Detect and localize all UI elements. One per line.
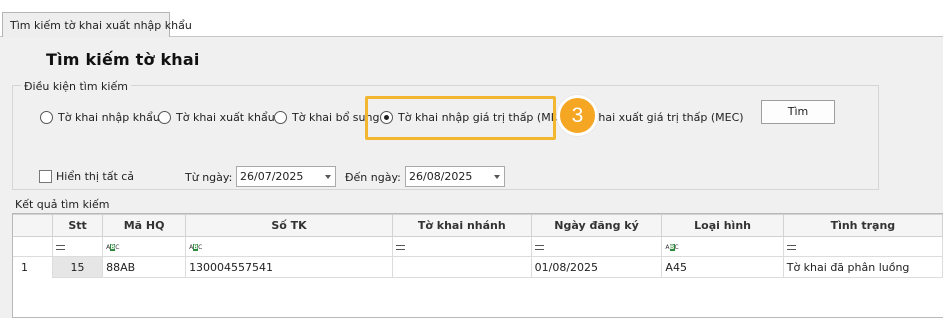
column-header-so-tk[interactable]: Số TK	[185, 214, 393, 237]
filter-cell-stt[interactable]	[51, 236, 104, 257]
radio-export-declaration[interactable]: Tờ khai xuất khẩu	[158, 109, 275, 125]
page-title: Tìm kiếm tờ khai	[46, 50, 200, 69]
search-button[interactable]: Tìm	[761, 100, 835, 124]
column-header-tinh-trang[interactable]: Tình trạng	[782, 214, 943, 237]
abc-text-icon: ABC	[106, 243, 120, 251]
from-date-label: Từ ngày:	[185, 171, 233, 184]
radio-import-declaration[interactable]: Tờ khai nhập khẩu	[40, 109, 160, 125]
from-date-picker[interactable]: 26/07/2025	[236, 166, 336, 187]
column-header-to-khai-nhanh[interactable]: Tờ khai nhánh	[391, 214, 532, 237]
step-badge: 3	[557, 95, 598, 136]
cell-tinh-trang[interactable]: Tờ khai đã phân luồng	[782, 256, 943, 278]
row-indicator-header	[13, 214, 53, 237]
equals-icon	[534, 244, 544, 250]
header-row: Stt Mã HQ Số TK Tờ khai nhánh Ngày đăng …	[13, 214, 943, 237]
filter-cell-ma-hq[interactable]: ABC	[102, 236, 187, 257]
radio-mec-declaration[interactable]: khai xuất giá trị thấp (MEC)	[592, 109, 744, 125]
highlight-box	[365, 96, 556, 140]
cell-loai-hinh[interactable]: A45	[661, 256, 784, 278]
filter-cell-so-tk[interactable]: ABC	[185, 236, 393, 257]
radio-icon	[158, 110, 171, 124]
results-legend: Kết quả tìm kiếm	[15, 198, 110, 211]
filter-row-indicator	[13, 236, 53, 257]
cell-to-khai-nhanh[interactable]	[391, 256, 532, 278]
to-date-value: 26/08/2025	[409, 170, 473, 183]
show-all-checkbox[interactable]: Hiển thị tất cả	[39, 170, 134, 183]
dropdown-arrow-icon[interactable]	[494, 175, 500, 179]
column-header-loai-hinh[interactable]: Loại hình	[661, 214, 784, 237]
filter-row: ABC ABC ABC	[13, 236, 943, 257]
row-number: 1	[13, 256, 53, 278]
abc-text-icon: ABC	[665, 243, 679, 251]
tab-strip: Tìm kiếm tờ khai xuất nhập khẩu	[0, 0, 943, 38]
search-conditions-legend: Điều kiện tìm kiếm	[21, 80, 131, 93]
from-date-value: 26/07/2025	[240, 170, 304, 183]
equals-icon	[786, 244, 796, 250]
to-date-label: Đến ngày:	[345, 171, 401, 184]
filter-cell-to-khai-nhanh[interactable]	[391, 236, 532, 257]
radio-label: Tờ khai nhập khẩu	[58, 110, 160, 124]
to-date-picker[interactable]: 26/08/2025	[405, 166, 505, 187]
radio-icon	[40, 110, 53, 124]
table-row[interactable]: 1 15 88AB 130004557541 01/08/2025 A45 Tờ…	[13, 256, 943, 278]
equals-icon	[395, 244, 405, 250]
radio-supplementary-declaration[interactable]: Tờ khai bổ sung	[274, 109, 379, 125]
results-grid: Stt Mã HQ Số TK Tờ khai nhánh Ngày đăng …	[12, 213, 943, 318]
tab-search-declarations[interactable]: Tìm kiếm tờ khai xuất nhập khẩu	[2, 12, 192, 38]
radio-icon	[274, 110, 287, 124]
cell-so-tk[interactable]: 130004557541	[185, 256, 393, 278]
results-table: Stt Mã HQ Số TK Tờ khai nhánh Ngày đăng …	[13, 214, 943, 278]
abc-text-icon: ABC	[189, 243, 203, 251]
filter-cell-loai-hinh[interactable]: ABC	[661, 236, 784, 257]
equals-icon	[55, 244, 65, 250]
show-all-label: Hiển thị tất cả	[56, 170, 135, 183]
column-header-ngay-dang-ky[interactable]: Ngày đăng ký	[530, 214, 663, 237]
cell-stt[interactable]: 15	[51, 256, 104, 278]
checkbox-icon	[39, 170, 52, 183]
radio-label: Tờ khai xuất khẩu	[176, 110, 275, 124]
cell-ngay-dang-ky[interactable]: 01/08/2025	[530, 256, 663, 278]
column-header-stt[interactable]: Stt	[51, 214, 104, 237]
dropdown-arrow-icon[interactable]	[325, 175, 331, 179]
filter-cell-tinh-trang[interactable]	[782, 236, 943, 257]
search-panel: Tìm kiếm tờ khai Điều kiện tìm kiếm Tờ k…	[0, 37, 943, 318]
column-header-ma-hq[interactable]: Mã HQ	[102, 214, 187, 237]
cell-ma-hq[interactable]: 88AB	[102, 256, 187, 278]
radio-label: khai xuất giá trị thấp (MEC)	[592, 110, 744, 124]
filter-cell-ngay-dang-ky[interactable]	[530, 236, 663, 257]
